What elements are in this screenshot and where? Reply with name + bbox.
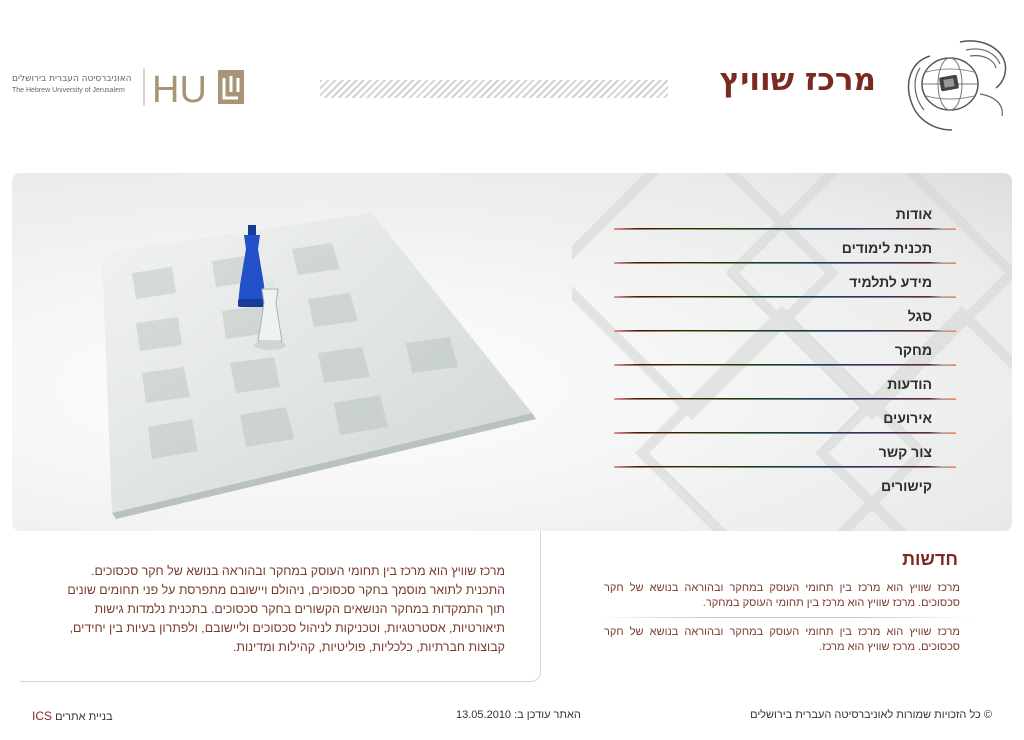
nav-item-label: סגל	[907, 308, 932, 324]
nav-item-label: צור קשר	[878, 444, 932, 460]
nav-item-contact[interactable]: צור קשר	[614, 434, 956, 468]
nav-item-research[interactable]: מחקר	[614, 332, 956, 366]
nav-item-label: מידע לתלמיד	[849, 274, 932, 290]
hands-globe-logo[interactable]	[900, 34, 1016, 138]
nav-item-label: תכנית לימודים	[841, 240, 932, 256]
main-navigation: אודות תכנית לימודים מידע לתלמיד סגל מחקר…	[614, 196, 956, 502]
nav-item-curriculum[interactable]: תכנית לימודים	[614, 230, 956, 264]
nav-item-label: קישורים	[881, 478, 932, 494]
nav-item-label: אירועים	[883, 410, 932, 426]
news-item[interactable]: מרכז שוויץ הוא מרכז בין תחומי העוסק במחק…	[604, 581, 960, 611]
hu-logo-icon: HU	[143, 68, 244, 111]
news-divider	[594, 617, 974, 618]
university-name-english: The Hebrew University of Jerusalem	[12, 87, 125, 94]
site-title: מרכז שוויץ	[719, 62, 876, 98]
built-by-label: בניית אתרים	[55, 711, 113, 723]
intro-text: מרכז שוויץ הוא מרכז בין תחומי העוסק במחק…	[67, 564, 505, 654]
nav-item-links[interactable]: קישורים	[614, 468, 956, 502]
nav-item-announcements[interactable]: הודעות	[614, 366, 956, 400]
hands-globe-icon	[907, 40, 1007, 131]
hu-logo-text: HU	[152, 69, 207, 108]
nav-item-label: אודות	[895, 206, 932, 222]
news-item[interactable]: מרכז שוויץ הוא מרכז בין תחומי העוסק במחק…	[604, 625, 960, 655]
hu-logo[interactable]: HU	[140, 68, 246, 111]
university-name-hebrew: האוניברסיטה העברית בירושלים	[12, 74, 132, 84]
decorative-stripes	[320, 80, 668, 98]
news-heading: חדשות	[902, 549, 958, 569]
copyright-text: © כל הזכויות שמורות לאוניברסיטה העברית ב…	[750, 709, 992, 721]
built-by-credit[interactable]: ICS בניית אתרים	[32, 709, 113, 723]
nav-item-student-info[interactable]: מידע לתלמיד	[614, 264, 956, 298]
nav-item-events[interactable]: אירועים	[614, 400, 956, 434]
last-updated-text: האתר עודכן ב: 13.05.2010	[456, 709, 581, 721]
built-by-company[interactable]: ICS	[32, 709, 52, 723]
nav-item-label: מחקר	[894, 342, 932, 358]
nav-item-label: הודעות	[887, 376, 932, 392]
nav-item-staff[interactable]: סגל	[614, 298, 956, 332]
nav-item-about[interactable]: אודות	[614, 196, 956, 230]
